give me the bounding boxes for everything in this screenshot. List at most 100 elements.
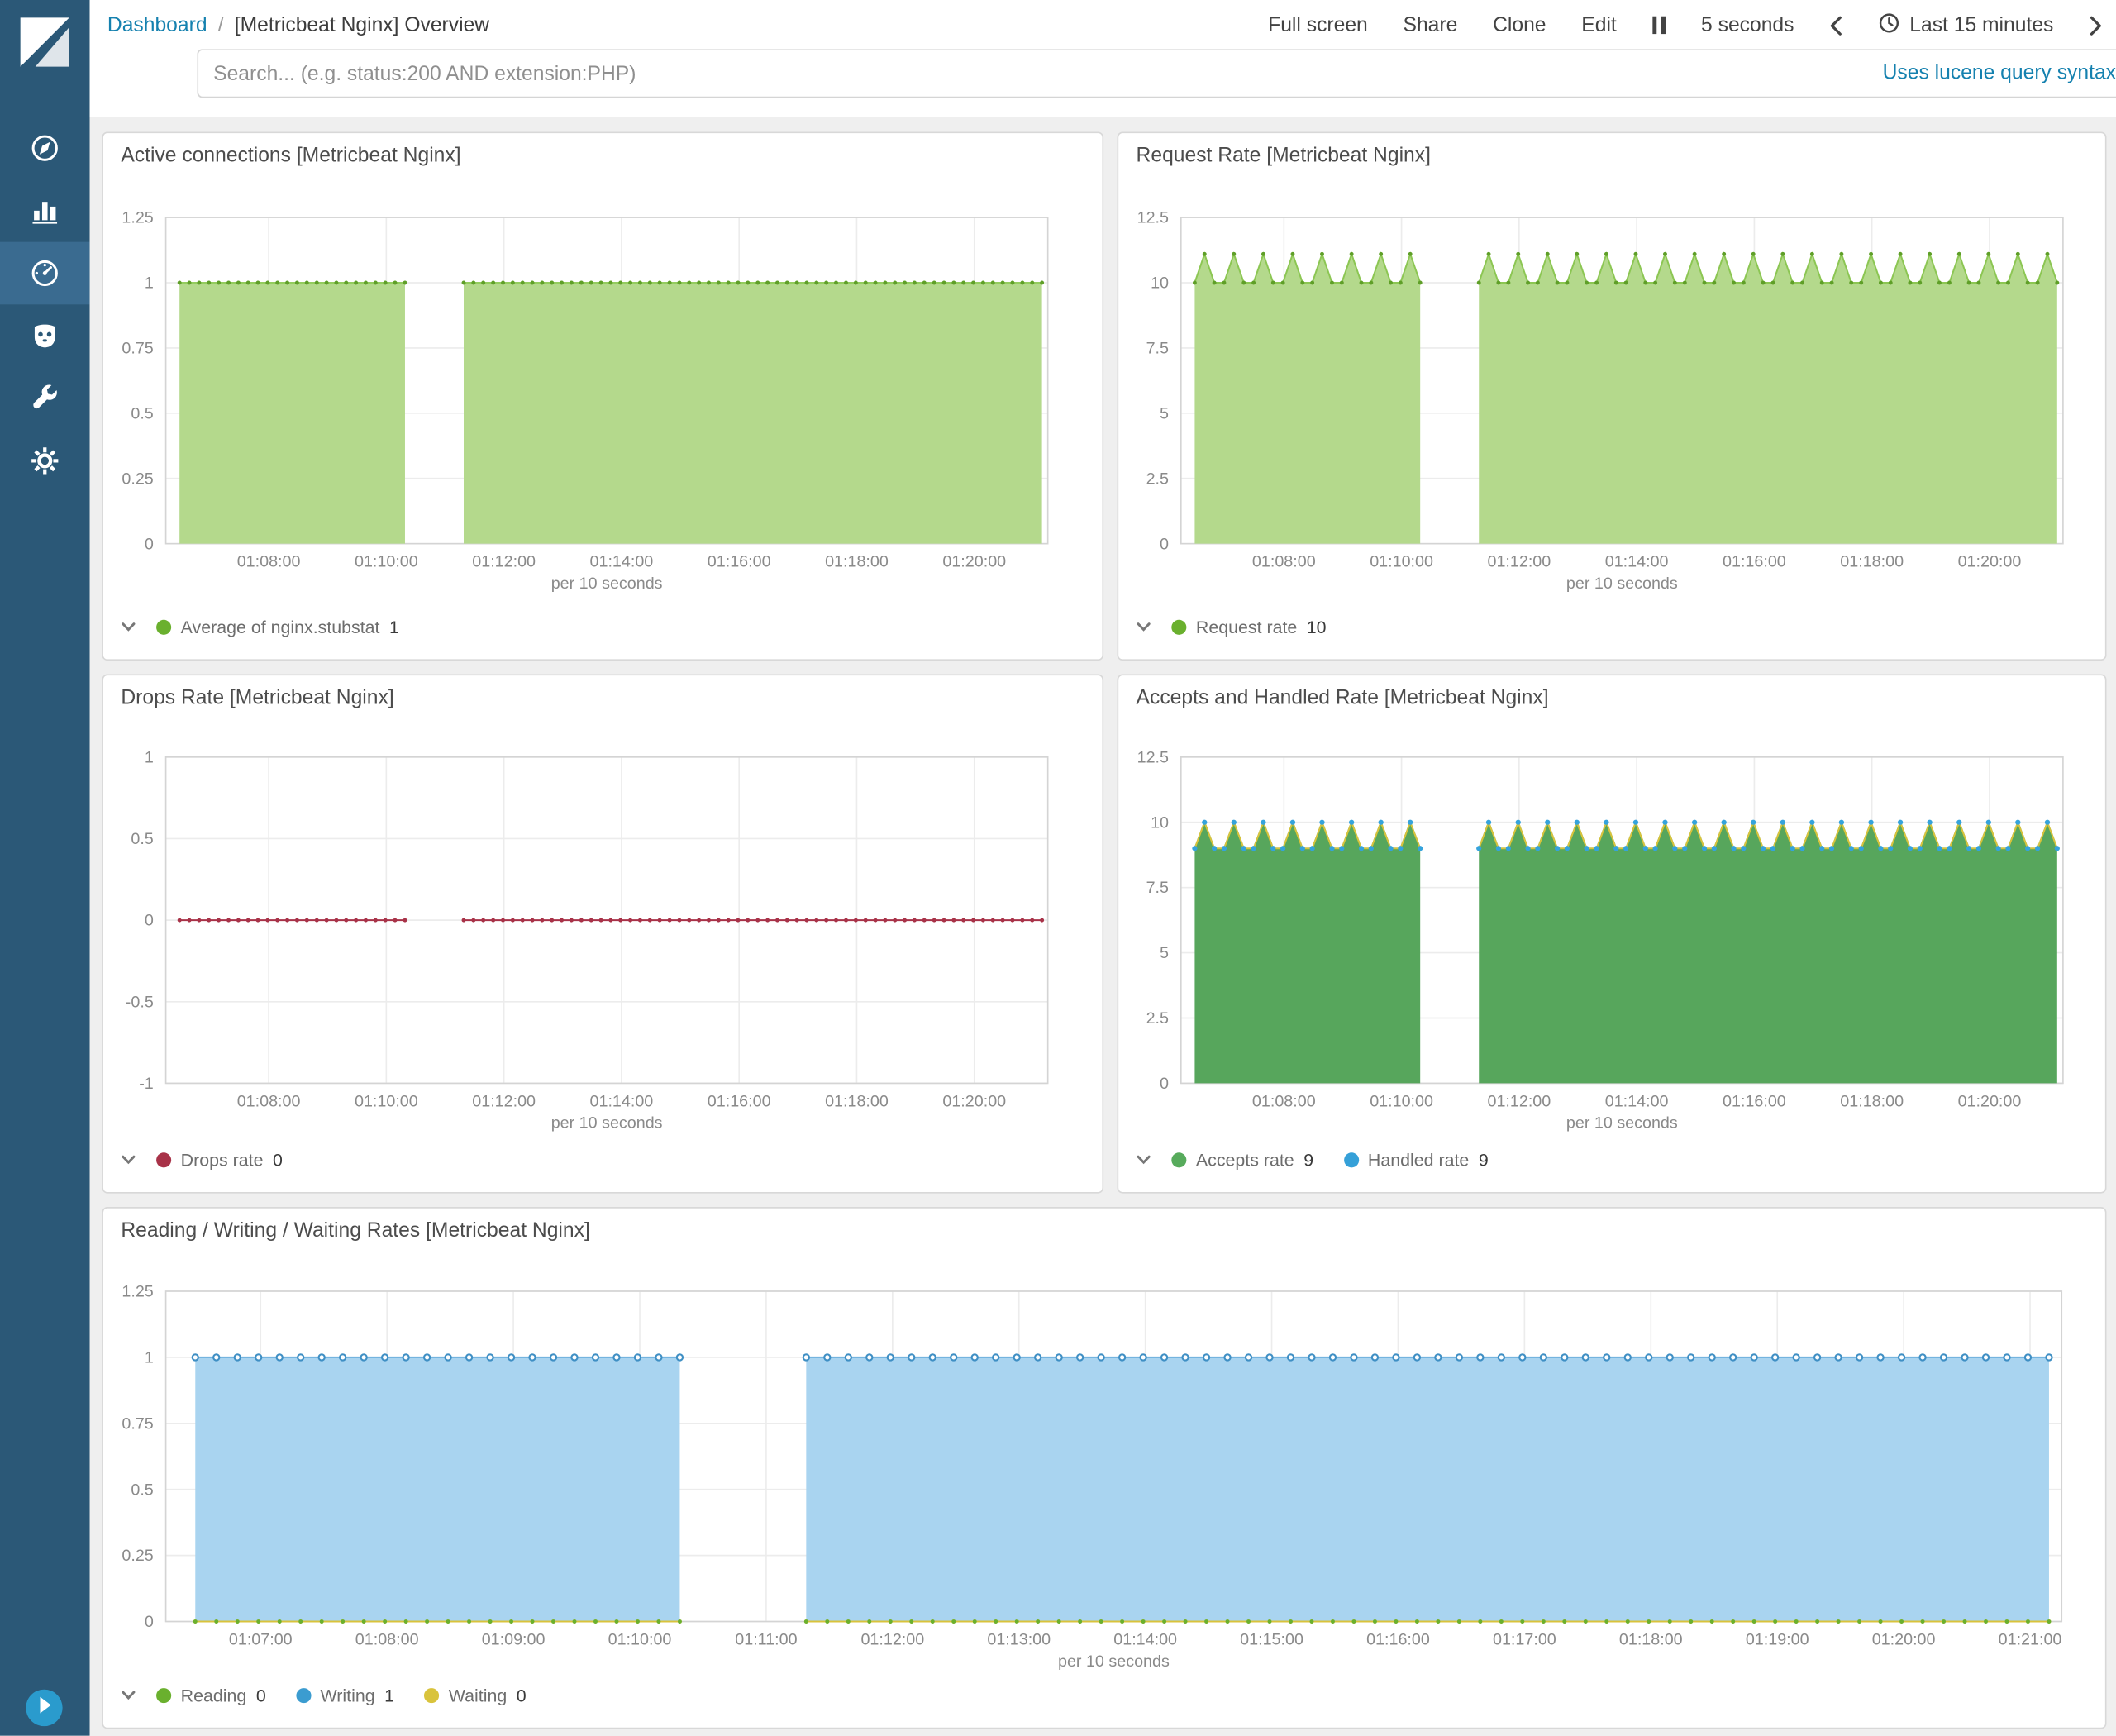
chevron-right-icon xyxy=(2090,15,2101,35)
series-value: 0 xyxy=(516,1685,527,1706)
legend-collapse-icon[interactable] xyxy=(1135,618,1152,636)
search-input[interactable] xyxy=(197,49,2116,98)
legend-accepts-handled: Accepts rate 9 Handled rate 9 xyxy=(1135,1150,1489,1171)
sidebar-item-dashboard[interactable] xyxy=(0,241,90,305)
legend-collapse-icon[interactable] xyxy=(120,618,137,636)
share-button[interactable]: Share xyxy=(1404,13,1458,36)
legend-collapse-icon[interactable] xyxy=(120,1152,137,1169)
svg-text:01:08:00: 01:08:00 xyxy=(237,553,301,571)
legend-item[interactable]: Waiting 0 xyxy=(424,1685,527,1706)
chart-accepts-handled[interactable]: 0 2.5 5 7.5 10 12.5 01:08:00 01:10:00 01:12:00 01… xyxy=(1118,675,2105,1192)
svg-text:0.25: 0.25 xyxy=(122,470,153,488)
time-forward-button[interactable] xyxy=(2089,14,2102,36)
panel-request-rate: Request Rate [Metricbeat Nginx] 0 2.5 5 7.5… xyxy=(1117,131,2107,661)
series-value: 1 xyxy=(389,617,399,638)
time-range-button[interactable]: Last 15 minutes xyxy=(1878,12,2053,39)
svg-text:01:08:00: 01:08:00 xyxy=(1252,1092,1316,1110)
sidebar-item-visualize[interactable] xyxy=(0,179,90,242)
legend-item[interactable]: Reading 0 xyxy=(156,1686,266,1705)
svg-text:per 10 seconds: per 10 seconds xyxy=(551,1114,663,1133)
edit-button[interactable]: Edit xyxy=(1581,13,1617,36)
sidebar-item-discover[interactable] xyxy=(0,117,90,179)
svg-text:10: 10 xyxy=(1151,274,1169,293)
legend-request-rate: Request rate 10 xyxy=(1135,617,1327,637)
svg-text:12.5: 12.5 xyxy=(1137,748,1169,766)
series-value: 0 xyxy=(272,1149,283,1171)
series-label: Average of nginx.stubstat xyxy=(180,617,380,638)
svg-text:01:10:00: 01:10:00 xyxy=(355,1092,418,1110)
series-value: 9 xyxy=(1303,1149,1314,1171)
panel-title: Reading / Writing / Waiting Rates [Metri… xyxy=(121,1219,590,1242)
chart-drops-rate[interactable]: -1 -0.5 0 0.5 1 01:08:00 01:10:00 01:12:00 01:14… xyxy=(103,675,1102,1192)
panel-title: Request Rate [Metricbeat Nginx] xyxy=(1136,144,1431,168)
expand-arrow-icon xyxy=(26,1686,62,1730)
svg-text:7.5: 7.5 xyxy=(1146,339,1169,357)
chart-request-rate[interactable]: 0 2.5 5 7.5 10 12.5 01:08:00 01:10:00 01:12:00 01… xyxy=(1118,133,2105,659)
panel-title: Drops Rate [Metricbeat Nginx] xyxy=(121,686,394,710)
legend-item[interactable]: Accepts rate 9 xyxy=(1171,1150,1313,1171)
svg-text:01:11:00: 01:11:00 xyxy=(735,1630,797,1648)
clone-button[interactable]: Clone xyxy=(1493,13,1546,36)
legend-collapse-icon[interactable] xyxy=(1135,1152,1152,1169)
kibana-logo[interactable] xyxy=(19,17,70,68)
svg-text:2.5: 2.5 xyxy=(1146,470,1169,488)
sidebar-item-timelion[interactable] xyxy=(0,304,90,367)
svg-text:0.5: 0.5 xyxy=(131,1481,153,1499)
legend-item[interactable]: Drops rate 0 xyxy=(156,1150,283,1171)
svg-text:01:14:00: 01:14:00 xyxy=(1113,1630,1177,1648)
panel-title: Active connections [Metricbeat Nginx] xyxy=(121,144,461,168)
svg-text:0: 0 xyxy=(145,1613,154,1631)
svg-text:01:21:00: 01:21:00 xyxy=(1999,1630,2062,1648)
svg-text:1.25: 1.25 xyxy=(122,209,153,227)
breadcrumb-dashboard-link[interactable]: Dashboard xyxy=(107,13,207,36)
legend-collapse-icon[interactable] xyxy=(120,1686,137,1704)
panel-accepts-handled: Accepts and Handled Rate [Metricbeat Ngi… xyxy=(1117,674,2107,1194)
legend-item[interactable]: Request rate 10 xyxy=(1171,617,1327,638)
svg-text:01:17:00: 01:17:00 xyxy=(1493,1630,1556,1648)
lucene-syntax-link[interactable]: Uses lucene query syntax xyxy=(1883,61,2116,84)
svg-text:10: 10 xyxy=(1151,813,1169,832)
svg-text:01:09:00: 01:09:00 xyxy=(482,1630,546,1648)
legend-item[interactable]: Average of nginx.stubstat 1 xyxy=(156,617,399,637)
svg-text:01:18:00: 01:18:00 xyxy=(1840,553,1904,571)
svg-text:01:10:00: 01:10:00 xyxy=(1370,553,1433,571)
svg-text:0.5: 0.5 xyxy=(131,404,153,422)
svg-text:1: 1 xyxy=(145,748,154,766)
svg-text:1.25: 1.25 xyxy=(122,1283,153,1301)
search-bar: Uses lucene query syntax xyxy=(197,49,2116,98)
svg-text:0: 0 xyxy=(145,535,154,553)
pause-refresh-button[interactable] xyxy=(1651,16,1666,35)
svg-text:01:16:00: 01:16:00 xyxy=(1723,1092,1786,1110)
refresh-interval-button[interactable]: 5 seconds xyxy=(1701,13,1794,36)
series-color-dot xyxy=(156,619,172,635)
sidebar-item-dev-tools[interactable] xyxy=(0,367,90,430)
series-label: Handled rate xyxy=(1367,1149,1470,1171)
timelion-icon xyxy=(30,321,60,351)
time-range-label: Last 15 minutes xyxy=(1909,13,2054,37)
legend-reading-writing-waiting: Reading 0 Writing 1 Waiting 0 xyxy=(120,1685,527,1706)
breadcrumb: Dashboard / [Metricbeat Nginx] Overview xyxy=(107,0,489,50)
sidebar-item-management[interactable] xyxy=(0,430,90,493)
svg-text:01:08:00: 01:08:00 xyxy=(1252,553,1316,571)
svg-text:01:16:00: 01:16:00 xyxy=(708,1092,771,1110)
kibana-window: Dashboard / [Metricbeat Nginx] Overview … xyxy=(0,0,2116,1736)
series-value: 10 xyxy=(1306,617,1327,638)
chart-reading-writing-waiting[interactable]: 0 0.25 0.5 0.75 1 1.25 01:07:00 01:08:00 01:09:0… xyxy=(103,1209,2105,1728)
sidebar-collapse-button[interactable] xyxy=(26,1689,63,1727)
svg-text:01:14:00: 01:14:00 xyxy=(1605,553,1669,571)
clock-icon xyxy=(1878,12,1899,39)
svg-text:01:18:00: 01:18:00 xyxy=(1840,1092,1904,1110)
svg-text:5: 5 xyxy=(1160,944,1169,962)
legend-item[interactable]: Handled rate 9 xyxy=(1343,1149,1489,1171)
series-label: Writing xyxy=(320,1685,375,1706)
series-color-dot xyxy=(295,1688,311,1704)
time-back-button[interactable] xyxy=(1829,14,1842,36)
panel-title: Accepts and Handled Rate [Metricbeat Ngi… xyxy=(1136,686,1549,710)
svg-text:0: 0 xyxy=(1160,1075,1169,1093)
compass-icon xyxy=(30,133,60,163)
full-screen-button[interactable]: Full screen xyxy=(1268,13,1368,36)
svg-text:0.75: 0.75 xyxy=(122,1414,153,1433)
svg-text:01:20:00: 01:20:00 xyxy=(1872,1630,1936,1648)
chart-active-connections[interactable]: 0 0.25 0.5 0.75 1 1.25 01:08:00 01:10:00 01:12:0… xyxy=(103,133,1102,659)
legend-item[interactable]: Writing 1 xyxy=(295,1685,394,1706)
